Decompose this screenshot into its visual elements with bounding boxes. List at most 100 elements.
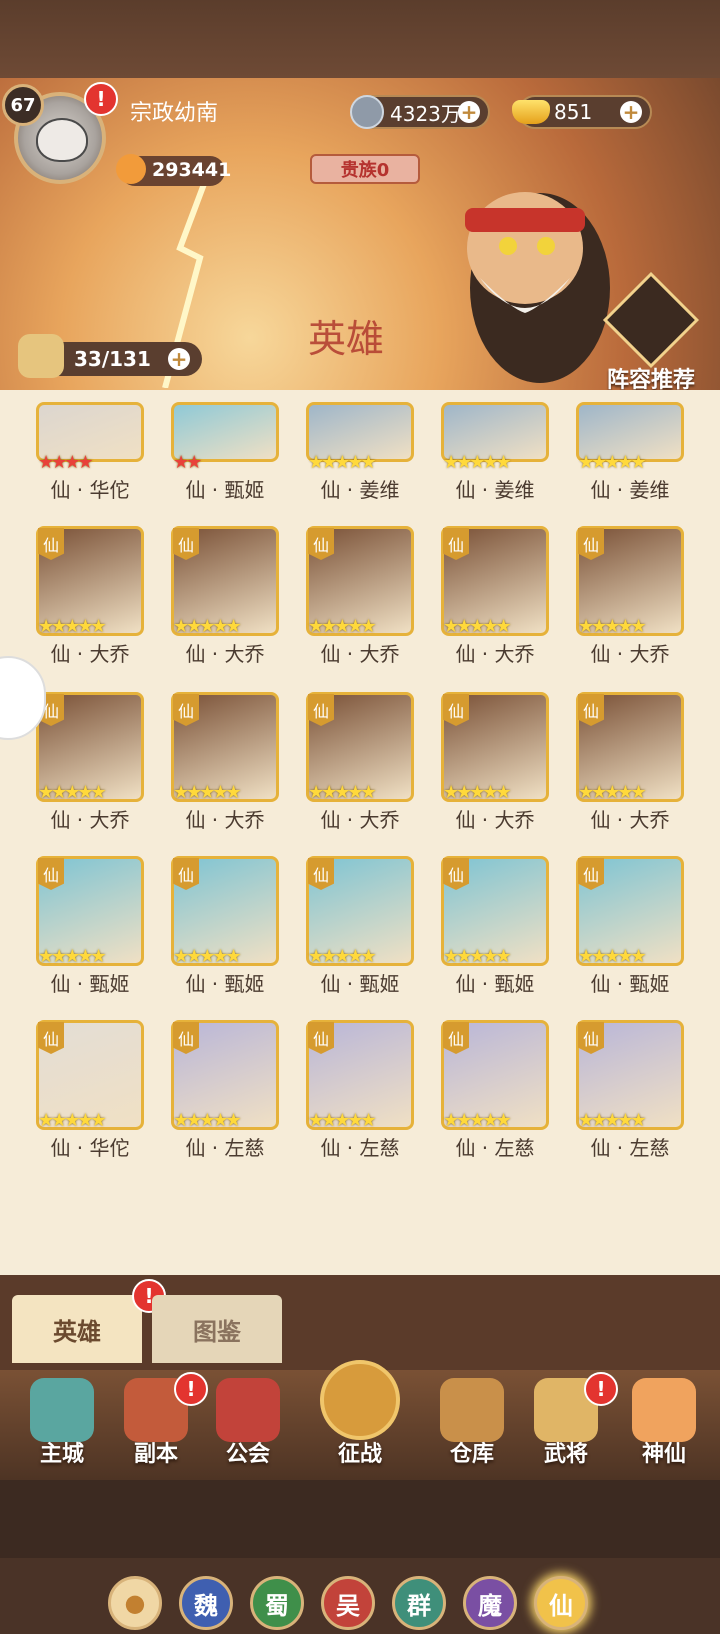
filter-all-paw-icon[interactable]: ● — [108, 1576, 162, 1630]
hero-card[interactable]: 仙 ★★★★★ 仙 · 左慈 — [306, 1020, 416, 1160]
star-rating: ★★★★★ — [38, 946, 107, 967]
add-ingots-button[interactable]: + — [620, 100, 642, 124]
star-rating: ★★★★★ — [308, 1110, 377, 1131]
ingots-pill[interactable]: 851 + — [512, 95, 652, 129]
hero-name: 仙 · 甄姬 — [50, 972, 130, 996]
hero-card[interactable]: ★★★★★ 仙 · 姜维 — [576, 402, 686, 532]
hero-card[interactable]: 仙 ★★★★★ 仙 · 左慈 — [576, 1020, 686, 1160]
nav-item-5[interactable]: 武将! — [526, 1370, 618, 1480]
hero-card[interactable]: 仙 ★★★★★ 仙 · 左慈 — [171, 1020, 281, 1160]
top-margin — [0, 0, 720, 78]
filter-6[interactable]: 仙 — [534, 1576, 588, 1630]
star-rating: ★★★★★ — [38, 782, 107, 803]
hero-card[interactable]: ★★★★★ 仙 · 姜维 — [306, 402, 416, 532]
city-icon — [30, 1378, 94, 1442]
star-rating: ★★★★★ — [578, 1110, 647, 1131]
hero-card[interactable]: 仙 ★★★★★ 仙 · 甄姬 — [36, 856, 146, 996]
cat-icon — [632, 1378, 696, 1442]
star-rating: ★★★★★ — [308, 946, 377, 967]
hero-card[interactable]: ★★ 仙 · 甄姬 — [171, 402, 281, 532]
paw-points: 293441 — [116, 154, 231, 186]
filter-3[interactable]: 吴 — [321, 1576, 375, 1630]
faction-tag: 仙 — [173, 694, 199, 726]
nav-label: 主城 — [39, 1442, 84, 1467]
hero-name: 仙 · 姜维 — [590, 478, 670, 502]
level-badge: 67 — [2, 84, 44, 126]
faction-tag: 仙 — [443, 1022, 469, 1054]
hero-count[interactable]: 33/131 + — [18, 334, 202, 378]
tab-heroes[interactable]: 英雄 — [12, 1295, 142, 1363]
add-coins-button[interactable]: + — [458, 100, 480, 124]
star-rating: ★★★★★ — [443, 616, 512, 637]
hero-card[interactable]: 仙 ★★★★★ 仙 · 大乔 — [441, 692, 551, 832]
hero-name: 仙 · 大乔 — [455, 808, 535, 832]
flag-icon — [216, 1378, 280, 1442]
filter-4[interactable]: 群 — [392, 1576, 446, 1630]
nav-label: 征战 — [337, 1442, 382, 1467]
hero-card[interactable]: 仙 ★★★★★ 仙 · 大乔 — [441, 526, 551, 666]
battle-icon — [320, 1360, 400, 1440]
nav-alert-icon: ! — [174, 1372, 208, 1406]
hero-name: 仙 · 左慈 — [320, 1136, 400, 1160]
star-rating: ★★★★★ — [173, 1110, 242, 1131]
hero-card[interactable]: 仙 ★★★★★ 仙 · 大乔 — [306, 692, 416, 832]
star-rating: ★★★★★ — [578, 452, 647, 473]
hero-card[interactable]: ★★★★ 仙 · 华佗 — [36, 402, 146, 532]
faction-tag: 仙 — [578, 858, 604, 890]
hero-card[interactable]: 仙 ★★★★★ 仙 · 大乔 — [576, 692, 686, 832]
hero-card[interactable]: 仙 ★★★★★ 仙 · 大乔 — [171, 692, 281, 832]
hero-card[interactable]: 仙 ★★★★★ 仙 · 大乔 — [171, 526, 281, 666]
hero-card[interactable]: 仙 ★★★★★ 仙 · 大乔 — [36, 692, 146, 832]
noble-badge[interactable]: 贵族0 — [310, 154, 420, 184]
coin-icon — [350, 95, 384, 129]
hero-name: 仙 · 左慈 — [185, 1136, 265, 1160]
cat-face-icon — [36, 118, 88, 162]
star-rating: ★★★★★ — [38, 616, 107, 637]
hero-card[interactable]: 仙 ★★★★★ 仙 · 大乔 — [576, 526, 686, 666]
nav-item-3[interactable]: 征战 — [320, 1360, 400, 1480]
add-hero-slot-button[interactable]: + — [168, 347, 190, 371]
star-rating: ★★★★ — [38, 452, 94, 473]
faction-tag: 仙 — [38, 1022, 64, 1054]
nav-item-2[interactable]: 公会 — [208, 1370, 288, 1480]
hero-name: 仙 · 大乔 — [50, 808, 130, 832]
hero-card[interactable]: 仙 ★★★★★ 仙 · 大乔 — [36, 526, 146, 666]
hero-grid[interactable]: ★★★★ 仙 · 华佗 ★★ 仙 · 甄姬 ★★★★★ 仙 · 姜维 ★★★★★ 仙 · 姜维… — [0, 390, 720, 1630]
faction-tag: 仙 — [38, 528, 64, 560]
nav-item-4[interactable]: 仓库 — [432, 1370, 512, 1480]
nav-item-6[interactable]: 神仙 — [624, 1370, 704, 1480]
hero-name: 仙 · 大乔 — [320, 642, 400, 666]
coins-pill[interactable]: 4323万 + — [350, 95, 490, 129]
hero-card[interactable]: 仙 ★★★★★ 仙 · 甄姬 — [306, 856, 416, 996]
hero-card[interactable]: 仙 ★★★★★ 仙 · 左慈 — [441, 1020, 551, 1160]
nav-alert-icon: ! — [584, 1372, 618, 1406]
filter-1[interactable]: 魏 — [179, 1576, 233, 1630]
player-header: 英雄 67 ! 宗政幼南 4323万 + 851 + 293441 贵族0 33… — [0, 78, 720, 390]
nav-item-0[interactable]: 主城 — [22, 1370, 102, 1480]
faction-tag: 仙 — [173, 1022, 199, 1054]
hero-card[interactable]: 仙 ★★★★★ 仙 · 甄姬 — [576, 856, 686, 996]
hero-card[interactable]: ★★★★★ 仙 · 姜维 — [441, 402, 551, 532]
nav-label: 武将 — [543, 1442, 588, 1467]
star-rating: ★★★★★ — [443, 946, 512, 967]
lineup-recommend-button[interactable]: 阵容推荐 — [598, 271, 704, 390]
hero-name: 仙 · 姜维 — [320, 478, 400, 502]
filter-5[interactable]: 魔 — [463, 1576, 517, 1630]
faction-tag: 仙 — [578, 528, 604, 560]
hero-card[interactable]: 仙 ★★★★★ 仙 · 甄姬 — [441, 856, 551, 996]
hero-name: 仙 · 大乔 — [320, 808, 400, 832]
faction-filter-bar: ● 魏蜀吴群魔仙 — [108, 1576, 608, 1634]
nav-item-1[interactable]: 副本! — [116, 1370, 208, 1480]
star-rating: ★★ — [173, 452, 202, 473]
tab-catalog[interactable]: 图鉴 — [152, 1295, 282, 1363]
hero-count-value: 33/131 — [74, 347, 151, 371]
hero-cat-illustration — [465, 192, 610, 383]
hero-name: 仙 · 姜维 — [455, 478, 535, 502]
hero-card[interactable]: 仙 ★★★★★ 仙 · 大乔 — [306, 526, 416, 666]
star-rating: ★★★★★ — [173, 946, 242, 967]
hero-card[interactable]: 仙 ★★★★★ 仙 · 甄姬 — [171, 856, 281, 996]
hero-name: 仙 · 甄姬 — [590, 972, 670, 996]
hero-name: 仙 · 大乔 — [185, 642, 265, 666]
filter-2[interactable]: 蜀 — [250, 1576, 304, 1630]
hero-card[interactable]: 仙 ★★★★★ 仙 · 华佗 — [36, 1020, 146, 1160]
